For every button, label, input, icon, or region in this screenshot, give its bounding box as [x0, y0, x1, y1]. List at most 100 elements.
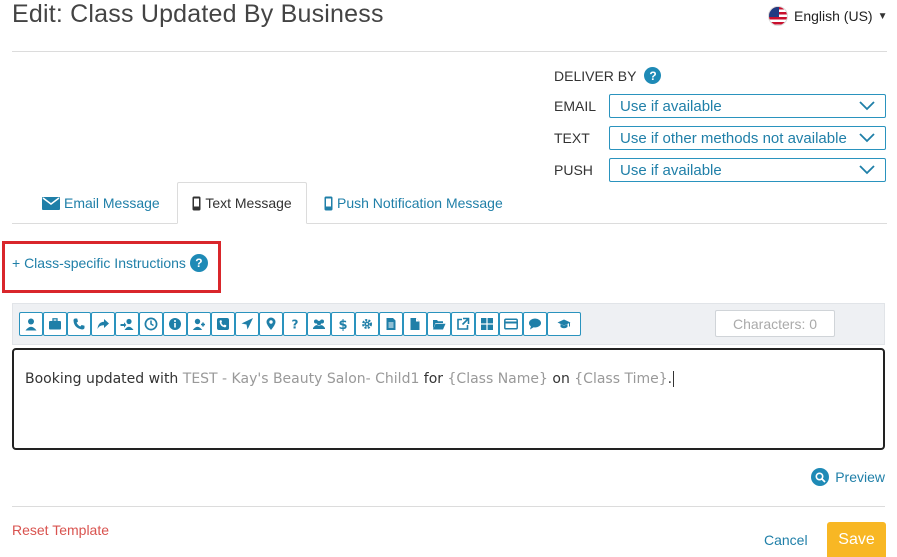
info-placeholder-button[interactable] — [163, 312, 187, 336]
caret-down-icon: ▼ — [877, 10, 888, 22]
preview-link[interactable]: Preview — [811, 468, 885, 486]
language-selector[interactable]: English (US) ▼ — [768, 6, 888, 26]
deliver-label: EMAIL — [554, 98, 597, 114]
external-link-placeholder-button[interactable] — [451, 312, 475, 336]
header-divider — [12, 51, 887, 52]
tab-label: Text Message — [205, 195, 292, 211]
dollar-icon: $ — [338, 318, 347, 331]
deliver-row-email: EMAIL Use if available — [554, 94, 886, 118]
file-placeholder-button[interactable] — [403, 312, 427, 336]
info-icon — [169, 318, 181, 330]
users-icon — [313, 319, 325, 329]
us-flag-icon — [768, 6, 788, 26]
map-marker-icon — [266, 317, 276, 330]
cancel-button[interactable]: Cancel — [764, 532, 808, 548]
file-icon — [410, 318, 420, 330]
page-title: Edit: Class Updated By Business — [12, 0, 384, 28]
grid-placeholder-button[interactable] — [475, 312, 499, 336]
grid-icon — [481, 318, 493, 330]
message-editor[interactable]: Booking updated with TEST - Kay's Beauty… — [12, 348, 885, 450]
text-cursor — [673, 371, 675, 387]
tab-text-message[interactable]: Text Message — [177, 182, 307, 224]
comment-icon — [529, 318, 541, 330]
tab-email-message[interactable]: Email Message — [42, 182, 160, 224]
briefcase-icon — [49, 318, 61, 330]
question-icon: ? — [292, 318, 299, 332]
message-variable: TEST - Kay's Beauty Salon- Child1 — [182, 371, 420, 387]
message-static-text: . — [667, 371, 673, 387]
mobile-phone-icon — [324, 196, 333, 211]
location-arrow-icon — [241, 318, 253, 330]
tab-push-notification[interactable]: Push Notification Message — [324, 182, 503, 224]
push-delivery-select[interactable]: Use if available — [609, 158, 886, 182]
chevron-down-icon — [859, 165, 875, 175]
folder-open-icon — [433, 320, 446, 330]
svg-text:?: ? — [292, 318, 299, 332]
envelope-icon — [42, 196, 60, 210]
placeholder-toolbar: ? $ Characters: 0 — [12, 303, 885, 345]
user-placeholder-button[interactable] — [19, 312, 43, 336]
file-text-placeholder-button[interactable] — [379, 312, 403, 336]
add-user-placeholder-button[interactable] — [187, 312, 211, 336]
external-link-icon — [457, 317, 470, 330]
message-static-text: Booking updated with — [25, 371, 183, 387]
credit-card-placeholder-button[interactable] — [499, 312, 523, 336]
deliver-label: TEXT — [554, 130, 590, 146]
map-marker-placeholder-button[interactable] — [259, 312, 283, 336]
location-arrow-placeholder-button[interactable] — [235, 312, 259, 336]
help-icon[interactable]: ? — [644, 67, 662, 84]
clock-icon — [144, 317, 158, 331]
class-instructions-link[interactable]: + Class-specific Instructions ? — [12, 254, 208, 272]
question-placeholder-button[interactable]: ? — [283, 312, 307, 336]
message-tabs: Email Message Text Message Push Notifica… — [12, 182, 887, 224]
phone-square-icon — [217, 318, 229, 330]
tab-label: Push Notification Message — [337, 195, 503, 211]
language-label: English (US) — [794, 8, 873, 24]
save-button[interactable]: Save — [827, 522, 886, 557]
message-text: Booking updated with TEST - Kay's Beauty… — [25, 371, 672, 387]
character-count: Characters: 0 — [715, 310, 835, 337]
folder-open-placeholder-button[interactable] — [427, 312, 451, 336]
instructions-label: + Class-specific Instructions — [12, 255, 186, 271]
share-icon — [97, 319, 109, 329]
message-static-text: on — [547, 371, 575, 387]
share-placeholder-button[interactable] — [91, 312, 115, 336]
graduation-cap-placeholder-button[interactable] — [547, 312, 581, 336]
dollar-placeholder-button[interactable]: $ — [331, 312, 355, 336]
deliver-row-text: TEXT Use if other methods not available — [554, 126, 886, 150]
users-placeholder-button[interactable] — [307, 312, 331, 336]
preview-label: Preview — [835, 469, 885, 485]
deliver-label: PUSH — [554, 162, 593, 178]
svg-text:$: $ — [338, 318, 347, 331]
gear-icon — [362, 319, 372, 329]
message-variable: {Class Time} — [574, 371, 668, 387]
deliver-row-push: PUSH Use if available — [554, 158, 886, 182]
deliver-by-title: DELIVER BY — [554, 67, 637, 84]
chevron-down-icon — [859, 133, 875, 143]
email-delivery-select[interactable]: Use if available — [609, 94, 886, 118]
select-value: Use if available — [620, 161, 722, 179]
tab-label: Email Message — [64, 195, 160, 211]
phone-icon — [73, 318, 85, 330]
add-user-icon — [192, 318, 205, 330]
phone-placeholder-button[interactable] — [67, 312, 91, 336]
phone-square-placeholder-button[interactable] — [211, 312, 235, 336]
deliver-by-heading: DELIVER BY ? — [554, 67, 662, 84]
footer-divider — [12, 506, 885, 507]
search-icon — [811, 468, 830, 486]
chevron-down-icon — [859, 101, 875, 111]
credit-card-icon — [504, 318, 518, 330]
select-value: Use if available — [620, 97, 722, 115]
user-icon — [25, 318, 37, 331]
message-static-text: for — [419, 371, 448, 387]
clock-placeholder-button[interactable] — [139, 312, 163, 336]
briefcase-placeholder-button[interactable] — [43, 312, 67, 336]
comment-placeholder-button[interactable] — [523, 312, 547, 336]
text-delivery-select[interactable]: Use if other methods not available — [609, 126, 886, 150]
gear-placeholder-button[interactable] — [355, 312, 379, 336]
help-icon[interactable]: ? — [189, 254, 208, 272]
file-text-icon — [386, 318, 396, 330]
graduation-cap-icon — [557, 319, 571, 329]
transfer-user-placeholder-button[interactable] — [115, 312, 139, 336]
reset-template-link[interactable]: Reset Template — [12, 522, 109, 538]
